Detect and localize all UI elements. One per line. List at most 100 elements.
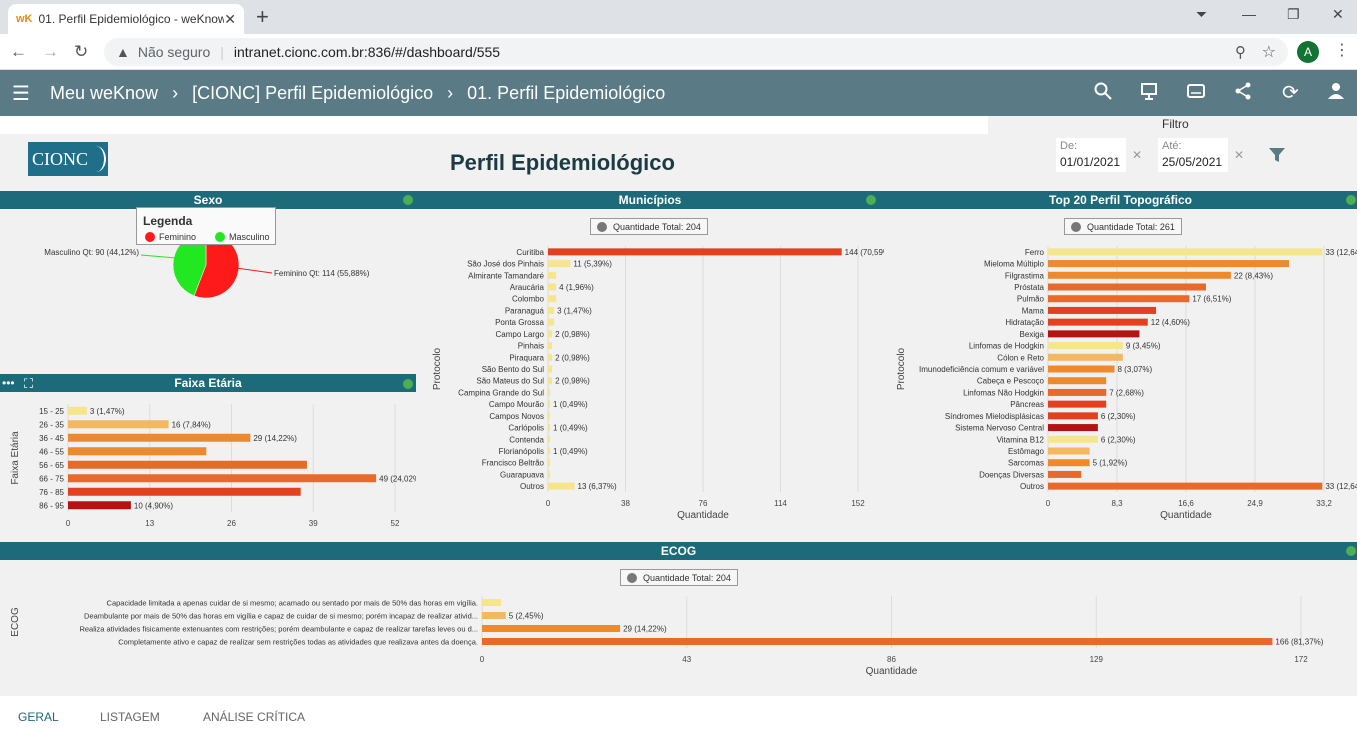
favicon-icon: wK bbox=[16, 13, 33, 25]
date-from-field[interactable]: De: 01/01/2021 bbox=[1056, 138, 1126, 172]
legend-item-masculino[interactable]: Masculino bbox=[215, 232, 270, 242]
zoom-icon[interactable]: ⚲ bbox=[1235, 43, 1246, 61]
ecog-panel-header: ECOG bbox=[0, 542, 1357, 560]
x-tick-label: 8,3 bbox=[1111, 499, 1123, 508]
tab-listagem[interactable]: LISTAGEM bbox=[100, 710, 160, 724]
y-category-label: Colombo bbox=[512, 295, 545, 304]
browser-menu-icon[interactable]: ⋮ bbox=[1334, 40, 1350, 60]
bar bbox=[1048, 271, 1231, 279]
data-label: 3 (1,47%) bbox=[557, 306, 592, 315]
y-category-label: Cólon e Reto bbox=[997, 353, 1044, 362]
y-category-label: Sistema Nervoso Central bbox=[955, 424, 1044, 433]
data-label: 144 (70,59%) bbox=[845, 248, 884, 257]
y-category-label: Estômago bbox=[1008, 447, 1045, 456]
presentation-icon[interactable] bbox=[1140, 82, 1158, 100]
bar bbox=[548, 318, 555, 326]
expand-icon[interactable]: ⛶ bbox=[24, 376, 33, 392]
bar bbox=[1048, 388, 1107, 396]
y-category-label: 86 - 95 bbox=[39, 501, 64, 510]
bar bbox=[548, 459, 551, 467]
y-category-label: Curitiba bbox=[516, 248, 544, 257]
bar bbox=[68, 447, 207, 456]
y-category-label: Outros bbox=[520, 482, 544, 491]
user-icon[interactable] bbox=[1327, 82, 1345, 100]
browser-tab[interactable]: wK 01. Perfil Epidemiológico - weKnow ✕ bbox=[8, 4, 244, 34]
bar bbox=[68, 420, 169, 429]
data-label: 5 (1,92%) bbox=[1093, 459, 1128, 468]
data-label: 2 (0,98%) bbox=[555, 330, 590, 339]
bar bbox=[548, 365, 553, 373]
breadcrumb-home[interactable]: Meu weKnow bbox=[50, 83, 158, 104]
total-marker-icon bbox=[597, 221, 607, 232]
x-axis-title: Quantidade bbox=[677, 510, 729, 521]
x-tick-label: 129 bbox=[1090, 655, 1104, 664]
status-dot bbox=[403, 195, 413, 205]
bar bbox=[1048, 342, 1123, 350]
date-from-label: De: bbox=[1060, 140, 1078, 152]
bar bbox=[1048, 248, 1323, 256]
y-category-label: São Bento do Sul bbox=[482, 365, 544, 374]
minimize-icon[interactable]: — bbox=[1242, 6, 1256, 22]
y-category-label: Linfomas Não Hodgkin bbox=[963, 388, 1044, 397]
bar bbox=[482, 599, 502, 606]
chevron-right-icon: › bbox=[172, 82, 179, 103]
total-marker-icon bbox=[627, 572, 637, 583]
bar bbox=[548, 260, 571, 268]
tab-analise-critica[interactable]: ANÁLISE CRÍTICA bbox=[203, 710, 305, 724]
profile-dropdown-icon[interactable]: ⏷ bbox=[1196, 6, 1207, 23]
y-category-label: 76 - 85 bbox=[39, 488, 64, 497]
new-tab-icon[interactable]: + bbox=[256, 4, 269, 30]
data-label: 1 (0,49%) bbox=[553, 447, 588, 456]
x-tick-label: 86 bbox=[887, 655, 896, 664]
forward-icon[interactable]: → bbox=[42, 42, 59, 62]
topo-total-box: Quantidade Total: 261 bbox=[1064, 218, 1182, 235]
y-category-label: São Mateus do Sul bbox=[476, 377, 544, 386]
back-icon[interactable]: ← bbox=[10, 42, 27, 62]
date-to-field[interactable]: Até: 25/05/2021 bbox=[1158, 138, 1228, 172]
pie-label: Masculino Qt: 90 (44,12%) bbox=[44, 248, 139, 257]
bar bbox=[548, 306, 555, 314]
close-tab-icon[interactable]: ✕ bbox=[224, 11, 236, 28]
bar bbox=[548, 330, 553, 338]
caption-icon[interactable] bbox=[1187, 82, 1205, 100]
close-window-icon[interactable]: ✕ bbox=[1332, 6, 1344, 23]
municipios-total-text: Quantidade Total: 204 bbox=[613, 221, 701, 232]
legend-swatch bbox=[215, 232, 225, 242]
bar bbox=[548, 353, 553, 361]
bar bbox=[548, 435, 551, 443]
x-tick-label: 0 bbox=[1046, 499, 1051, 508]
y-category-label: Hidratação bbox=[1005, 318, 1044, 327]
data-label: 29 (14,22%) bbox=[623, 625, 667, 634]
data-label: 9 (3,45%) bbox=[1126, 342, 1161, 351]
clear-from-icon[interactable]: ✕ bbox=[1132, 148, 1142, 162]
bar bbox=[1048, 377, 1107, 385]
bar bbox=[1048, 295, 1190, 303]
profile-avatar[interactable]: A bbox=[1297, 41, 1319, 63]
breadcrumb-folder[interactable]: [CIONC] Perfil Epidemiológico bbox=[192, 83, 433, 104]
y-category-label: Carlópolis bbox=[508, 424, 544, 433]
ecog-total-text: Quantidade Total: 204 bbox=[643, 572, 731, 583]
reload-icon[interactable]: ↻ bbox=[74, 42, 88, 62]
restore-icon[interactable]: ❐ bbox=[1287, 6, 1300, 23]
tab-geral[interactable]: GERAL bbox=[18, 710, 59, 724]
refresh-icon[interactable]: ⟳ bbox=[1282, 80, 1299, 105]
date-to-value: 25/05/2021 bbox=[1162, 155, 1223, 169]
clear-to-icon[interactable]: ✕ bbox=[1234, 148, 1244, 162]
logo-wave bbox=[86, 146, 106, 172]
more-options-icon[interactable]: ••• bbox=[2, 376, 15, 390]
share-icon[interactable] bbox=[1234, 82, 1252, 100]
y-category-label: Sarcomas bbox=[1008, 459, 1044, 468]
y-axis-title: Protocolo bbox=[432, 347, 443, 390]
y-category-label: Realiza atividades fisicamente extenuant… bbox=[79, 625, 478, 634]
search-icon[interactable] bbox=[1094, 82, 1112, 100]
bookmark-star-icon[interactable]: ☆ bbox=[1262, 42, 1276, 62]
filter-funnel-icon[interactable] bbox=[1268, 146, 1286, 164]
bar bbox=[548, 447, 551, 455]
url-text: intranet.cionc.com.br:836/#/dashboard/55… bbox=[233, 44, 501, 60]
y-category-label: 36 - 45 bbox=[39, 434, 64, 443]
address-bar[interactable]: ▲ Não seguro | intranet.cionc.com.br:836… bbox=[104, 38, 1288, 66]
legend-item-feminino[interactable]: Feminino bbox=[145, 232, 196, 242]
hamburger-menu-icon[interactable]: ☰ bbox=[12, 81, 40, 106]
x-tick-label: 24,9 bbox=[1247, 499, 1263, 508]
y-category-label: Completamente ativo e capaz de realizar … bbox=[118, 638, 478, 647]
